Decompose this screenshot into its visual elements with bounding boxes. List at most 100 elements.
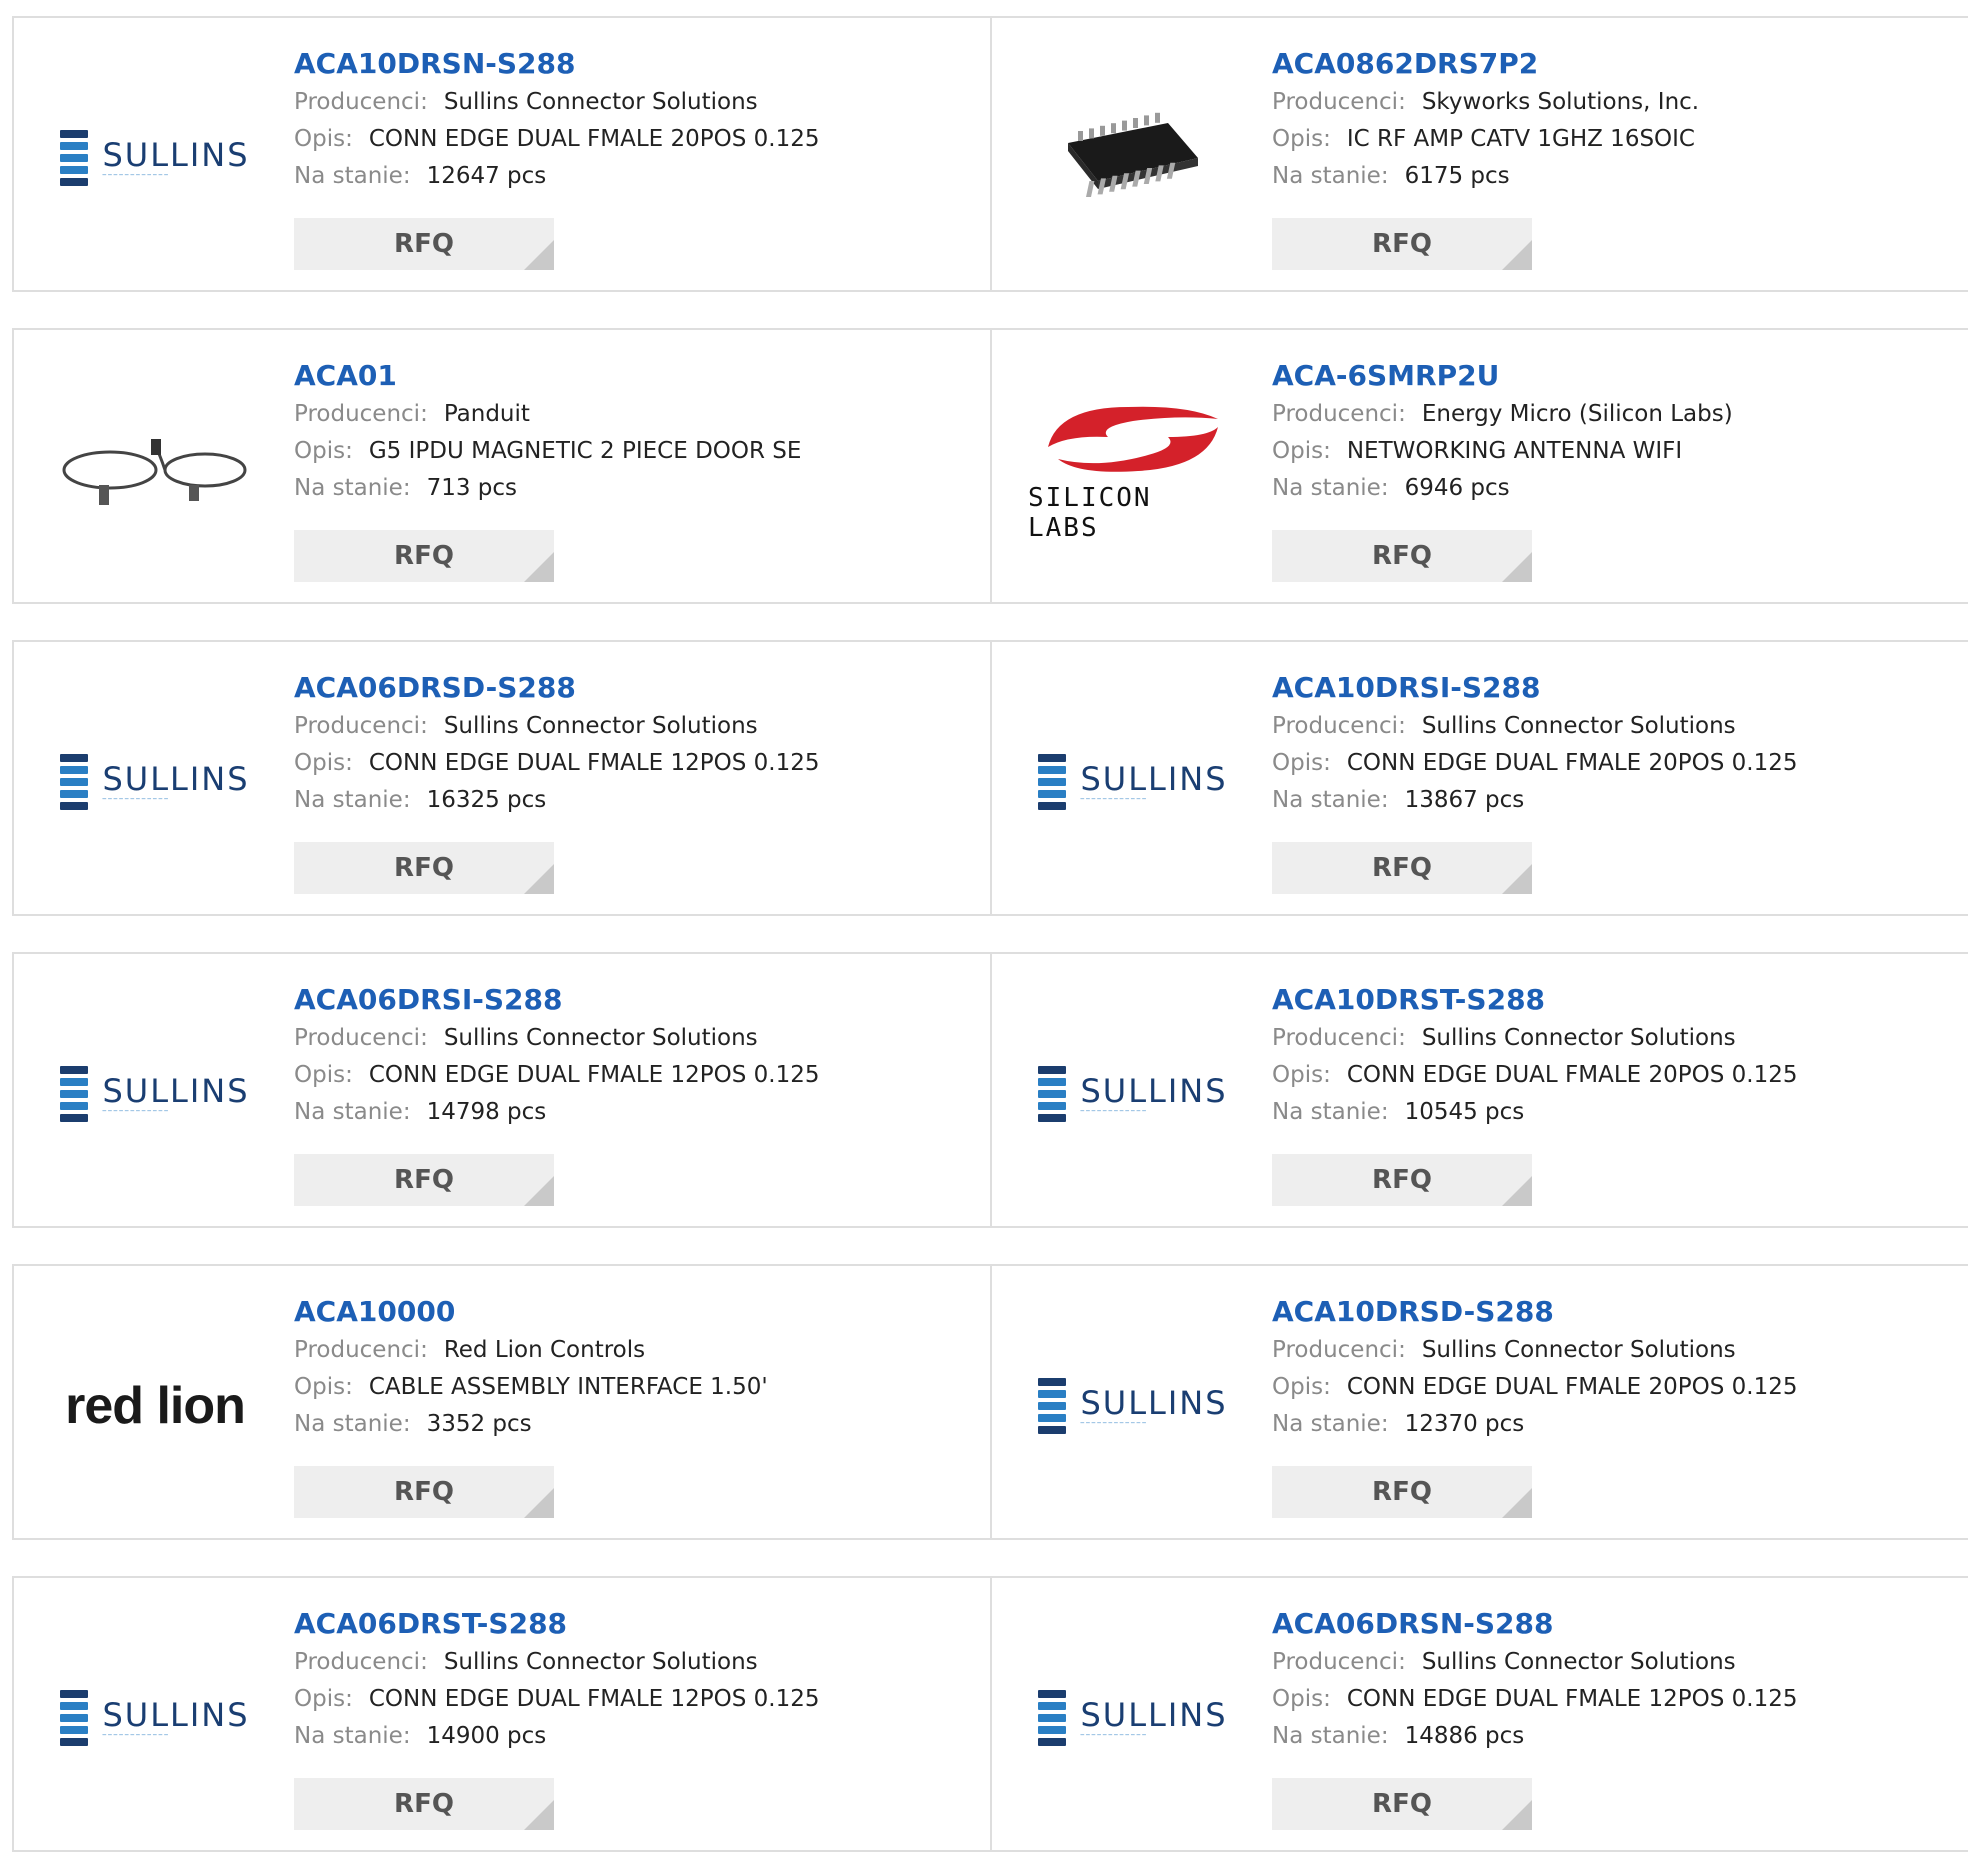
sullins-logo: SULLINS ──────────── — [60, 1066, 249, 1122]
corner-triangle-icon — [524, 1800, 554, 1830]
part-number-link[interactable]: ACA10DRSD-S288 — [1272, 1292, 1948, 1332]
manufacturer-row: Producenci: Sullins Connector Solutions — [1272, 1020, 1948, 1057]
part-number-link[interactable]: ACA-6SMRP2U — [1272, 356, 1948, 396]
manufacturer-logo[interactable]: SULLINS ──────────── — [1028, 1346, 1238, 1466]
rfq-button[interactable]: RFQ — [294, 842, 554, 894]
sullins-logo: SULLINS ──────────── — [60, 1690, 249, 1746]
manufacturer-logo[interactable]: SULLINS ──────────── — [1028, 1658, 1238, 1778]
description-row: Opis: G5 IPDU MAGNETIC 2 PIECE DOOR SE — [294, 433, 970, 470]
logo-subtitle: ──────────── — [1080, 1731, 1148, 1739]
stock-row: Na stanie: 14798 pcs — [294, 1094, 970, 1131]
rfq-button[interactable]: RFQ — [1272, 530, 1532, 582]
manufacturer-logo[interactable]: red lion — [50, 1346, 260, 1466]
logo-subtitle: ──────────── — [1080, 1107, 1148, 1115]
stock-label: Na stanie: — [1272, 1723, 1389, 1749]
rfq-button[interactable]: RFQ — [294, 1154, 554, 1206]
stock-label: Na stanie: — [1272, 787, 1389, 813]
sullins-logo: SULLINS ──────────── — [60, 130, 249, 186]
product-info: ACA06DRSN-S288 Producenci: Sullins Connec… — [1272, 1604, 1948, 1755]
manufacturer-row: Producenci: Sullins Connector Solutions — [294, 1644, 970, 1681]
manufacturer-logo[interactable]: SULLINS ──────────── — [50, 722, 260, 842]
rfq-label: RFQ — [394, 541, 454, 571]
rfq-label: RFQ — [1372, 1477, 1432, 1507]
corner-triangle-icon — [1502, 1176, 1532, 1206]
description-value: NETWORKING ANTENNA WIFI — [1346, 438, 1683, 464]
description-label: Opis: — [1272, 750, 1331, 776]
manufacturer-label: Producenci: — [294, 1025, 428, 1051]
description-label: Opis: — [1272, 1686, 1331, 1712]
description-value: CONN EDGE DUAL FMALE 12POS 0.125 — [368, 1686, 820, 1712]
part-number-link[interactable]: ACA10000 — [294, 1292, 970, 1332]
product-card: SULLINS ──────────── ACA06DRSI-S288 Prod… — [12, 954, 990, 1226]
rfq-label: RFQ — [394, 1789, 454, 1819]
rfq-label: RFQ — [1372, 229, 1432, 259]
rfq-button[interactable]: RFQ — [1272, 1466, 1532, 1518]
manufacturer-logo[interactable]: SULLINS ──────────── — [1028, 722, 1238, 842]
description-label: Opis: — [294, 1062, 353, 1088]
product-card: SULLINS ──────────── ACA10DRSN-S288 Prod… — [12, 18, 990, 290]
manufacturer-logo[interactable]: SULLINS ──────────── — [50, 1658, 260, 1778]
logo-text: SULLINS — [1080, 1071, 1228, 1110]
logo-text: SILICON LABS — [1028, 483, 1152, 543]
rfq-label: RFQ — [394, 853, 454, 883]
manufacturer-logo[interactable]: SULLINS ──────────── — [50, 1034, 260, 1154]
description-value: CONN EDGE DUAL FMALE 20POS 0.125 — [1346, 1374, 1798, 1400]
manufacturer-logo[interactable]: SULLINS ──────────── — [50, 98, 260, 218]
rfq-label: RFQ — [1372, 1789, 1432, 1819]
sullins-logo: SULLINS ──────────── — [1038, 754, 1227, 810]
stock-row: Na stanie: 10545 pcs — [1272, 1094, 1948, 1131]
product-card: red lion ACA10000 Producenci: Red Lion Co… — [12, 1266, 990, 1538]
description-label: Opis: — [294, 126, 353, 152]
part-number-link[interactable]: ACA10DRST-S288 — [1272, 980, 1948, 1020]
corner-triangle-icon — [1502, 240, 1532, 270]
sullins-bars-icon — [1038, 1690, 1067, 1746]
rfq-button[interactable]: RFQ — [1272, 218, 1532, 270]
description-row: Opis: CABLE ASSEMBLY INTERFACE 1.50' — [294, 1369, 970, 1406]
product-row: SULLINS ──────────── ACA06DRST-S288 Prod… — [12, 1576, 1968, 1852]
part-number-link[interactable]: ACA06DRSN-S288 — [1272, 1604, 1948, 1644]
manufacturer-value: Sullins Connector Solutions — [443, 713, 758, 739]
product-card: SILICON LABS ACA-6SMRP2U Producenci: Ener… — [990, 330, 1968, 602]
part-number-link[interactable]: ACA10DRSI-S288 — [1272, 668, 1948, 708]
product-info: ACA06DRSI-S288 Producenci: Sullins Connec… — [294, 980, 970, 1131]
manufacturer-logo[interactable] — [1028, 98, 1238, 218]
manufacturer-logo[interactable] — [50, 410, 260, 530]
rfq-button[interactable]: RFQ — [1272, 1778, 1532, 1830]
part-number-link[interactable]: ACA06DRSD-S288 — [294, 668, 970, 708]
product-info: ACA0862DRS7P2 Producenci: Skyworks Soluti… — [1272, 44, 1948, 195]
rfq-button[interactable]: RFQ — [294, 1466, 554, 1518]
rfq-label: RFQ — [1372, 853, 1432, 883]
product-info: ACA10DRSI-S288 Producenci: Sullins Connec… — [1272, 668, 1948, 819]
product-card: SULLINS ──────────── ACA06DRST-S288 Prod… — [12, 1578, 990, 1850]
part-number-link[interactable]: ACA01 — [294, 356, 970, 396]
rfq-button[interactable]: RFQ — [294, 530, 554, 582]
silicon-labs-swirl-icon — [1048, 406, 1218, 472]
sullins-logo: SULLINS ──────────── — [1038, 1378, 1227, 1434]
manufacturer-label: Producenci: — [1272, 1025, 1406, 1051]
stock-value: 13867 pcs — [1404, 787, 1525, 813]
manufacturer-logo[interactable]: SULLINS ──────────── — [1028, 1034, 1238, 1154]
rfq-button[interactable]: RFQ — [1272, 842, 1532, 894]
manufacturer-row: Producenci: Red Lion Controls — [294, 1332, 970, 1369]
stock-value: 12647 pcs — [426, 163, 547, 189]
part-number-link[interactable]: ACA06DRST-S288 — [294, 1604, 970, 1644]
manufacturer-value: Sullins Connector Solutions — [1421, 1025, 1736, 1051]
part-number-link[interactable]: ACA10DRSN-S288 — [294, 44, 970, 84]
product-info: ACA10DRST-S288 Producenci: Sullins Connec… — [1272, 980, 1948, 1131]
logo-subtitle: ──────────── — [102, 795, 170, 803]
manufacturer-row: Producenci: Sullins Connector Solutions — [1272, 708, 1948, 745]
product-info: ACA10000 Producenci: Red Lion Controls Op… — [294, 1292, 970, 1443]
manufacturer-row: Producenci: Sullins Connector Solutions — [1272, 1332, 1948, 1369]
rfq-button[interactable]: RFQ — [294, 1778, 554, 1830]
rfq-button[interactable]: RFQ — [294, 218, 554, 270]
ic-chip-icon — [1068, 112, 1198, 197]
manufacturer-logo[interactable]: SILICON LABS — [1028, 406, 1238, 543]
part-number-link[interactable]: ACA06DRSI-S288 — [294, 980, 970, 1020]
part-number-link[interactable]: ACA0862DRS7P2 — [1272, 44, 1948, 84]
description-row: Opis: CONN EDGE DUAL FMALE 20POS 0.125 — [1272, 1369, 1948, 1406]
description-row: Opis: NETWORKING ANTENNA WIFI — [1272, 433, 1948, 470]
rfq-button[interactable]: RFQ — [1272, 1154, 1532, 1206]
sullins-bars-icon — [1038, 754, 1067, 810]
manufacturer-row: Producenci: Energy Micro (Silicon Labs) — [1272, 396, 1948, 433]
description-row: Opis: CONN EDGE DUAL FMALE 12POS 0.125 — [294, 745, 970, 782]
